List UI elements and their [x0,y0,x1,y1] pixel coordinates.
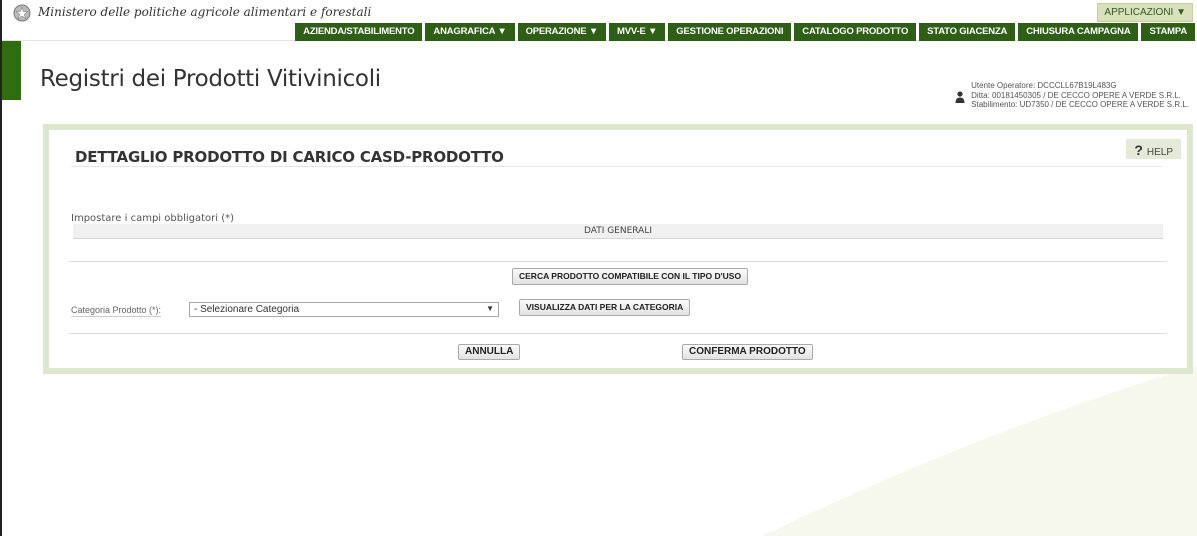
help-button[interactable]: ? HELP [1126,139,1181,159]
brand-accent-block [2,41,21,100]
category-select-value: - Selezionare Categoria [194,304,300,315]
user-company: Ditta: 00181450305 / DE CECCO OPERE A VE… [971,90,1182,100]
menu-item-azienda-stabilimento[interactable]: AZIENDA/STABILIMENTO [295,23,423,41]
user-info: Utente Operatore: DCCCLL67B19L483G Ditta… [955,81,1189,110]
help-icon: ? [1134,142,1143,158]
menu-item-chiusura-campagna[interactable]: CHIUSURA CAMPAGNA [1018,23,1139,41]
cancel-button[interactable]: ANNULLA [458,344,521,360]
app-title: Registri dei Prodotti Vitivinicoli [40,66,381,92]
menu-item-stampa[interactable]: STAMPA [1141,23,1195,41]
menu-item-catalogo-prodotto[interactable]: CATALOGO PRODOTTO [794,23,917,41]
ministry-emblem-icon [13,4,31,22]
menu-item-anagrafica[interactable]: ANAGRAFICA ▼ [425,23,515,41]
menu-item-stato-giacenza[interactable]: STATO GIACENZA [919,23,1016,41]
product-detail-panel: ? HELP DETTAGLIO PRODOTTO DI CARICO CASD-… [43,124,1193,374]
divider [71,166,1162,167]
search-compatible-product-button[interactable]: CERCA PRODOTTO COMPATIBILE CON IL TIPO D… [512,268,749,285]
help-label: HELP [1146,147,1173,158]
user-icon [955,91,965,103]
user-plant: Stabilimento: UD7350 / DE CECCO OPERE A … [971,100,1189,109]
section-header-general-data: DATI GENERALI [73,224,1163,239]
menu-item-mvv-e[interactable]: MVV-E ▼ [609,23,666,41]
main-menu: AZIENDA/STABILIMENTO ANAGRAFICA ▼ OPERAZ… [295,23,1195,41]
view-category-data-button[interactable]: VISUALIZZA DATI PER LA CATEGORIA [519,299,691,316]
menu-item-operazione[interactable]: OPERAZIONE ▼ [517,23,607,41]
menu-item-gestione-operazioni[interactable]: GESTIONE OPERAZIONI [668,23,792,41]
required-fields-note: Impostare i campi obbligatori (*) [71,213,235,224]
applications-menu-button[interactable]: APPLICAZIONI ▼ [1097,3,1193,22]
confirm-product-button[interactable]: CONFERMA PRODOTTO [682,344,813,360]
dropdown-arrow-icon: ▼ [486,304,494,313]
user-operator: Utente Operatore: DCCCLL67B19L483G [971,81,1117,90]
ministry-name: Ministero delle politiche agricole alime… [38,5,372,19]
top-bar: Ministero delle politiche agricole alime… [2,0,1197,41]
panel-title: DETTAGLIO PRODOTTO DI CARICO CASD-PRODOT… [75,148,504,166]
divider [69,333,1167,334]
category-label: Categoria Prodotto (*): [71,305,162,317]
divider [69,261,1167,262]
category-select[interactable]: - Selezionare Categoria ▼ [189,302,499,317]
panel-content: ? HELP DETTAGLIO PRODOTTO DI CARICO CASD-… [49,130,1187,368]
